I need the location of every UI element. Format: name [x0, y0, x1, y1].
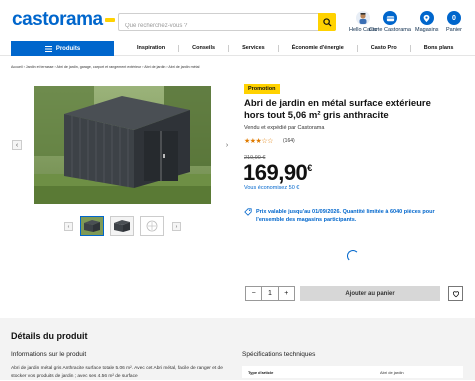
- cart-link[interactable]: 0 Panier: [446, 11, 462, 33]
- promo-text: Prix valable jusqu'au 01/09/2026. Quanti…: [256, 209, 435, 223]
- add-to-cart-button[interactable]: Ajouter au panier: [300, 286, 440, 301]
- product-title: Abri de jardin en métal surface extérieu…: [244, 98, 431, 121]
- card-icon: [383, 11, 397, 25]
- specs-subtitle: Spécifications techniques: [242, 351, 316, 358]
- site-header: castorama Hello Casto Carte Castorama Ma…: [0, 0, 475, 40]
- product-details-section: Détails du produit Informations sur le p…: [0, 318, 475, 380]
- logo-accent: [104, 17, 115, 22]
- thumbnail-1[interactable]: [80, 216, 104, 236]
- chevron-right-icon: ›: [175, 223, 178, 230]
- info-paragraph: Abri de jardin métal gris Anthracite sur…: [11, 366, 223, 379]
- castorama-logo[interactable]: castorama: [12, 9, 115, 31]
- breadcrumb[interactable]: Accueil › Jardin et terrasse › Abri de j…: [11, 65, 199, 69]
- chevron-left-icon: ‹: [67, 223, 70, 230]
- nav-link-conseils[interactable]: Conseils: [178, 45, 228, 52]
- spec-row: Type d'article Abri de jardin: [242, 366, 463, 378]
- current-price: 169,90€: [243, 160, 312, 186]
- nav-link-casto-pro[interactable]: Casto Pro: [356, 45, 410, 52]
- cart-count: 0: [452, 14, 456, 22]
- review-count[interactable]: (164): [283, 138, 295, 144]
- rating-stars[interactable]: ★★★☆☆: [244, 137, 273, 145]
- thumbs-prev-button[interactable]: ‹: [64, 222, 73, 231]
- price-value: 169,90: [243, 160, 308, 185]
- seller-info: Vendu et expédié par Castorama: [244, 125, 325, 131]
- qty-value[interactable]: 1: [261, 287, 279, 300]
- products-menu-button[interactable]: Produits: [11, 41, 114, 56]
- chevron-right-icon: ›: [225, 141, 229, 149]
- chevron-left-icon: ‹: [15, 141, 19, 149]
- spec-key: Type d'article: [248, 369, 274, 375]
- qty-increase-button[interactable]: +: [279, 287, 294, 300]
- favorite-button[interactable]: [448, 286, 463, 301]
- cart-label: Panier: [446, 27, 462, 33]
- nav-link-services[interactable]: Services: [228, 45, 278, 52]
- products-menu-label: Produits: [55, 45, 81, 52]
- search-bar: [118, 13, 336, 34]
- price-tag-icon: [244, 208, 252, 216]
- nav-links: Inspiration Conseils Services Économie d…: [122, 41, 466, 56]
- promotion-badge: Promotion: [244, 84, 280, 94]
- quantity-stepper: − 1 +: [245, 286, 295, 301]
- qty-decrease-button[interactable]: −: [246, 287, 261, 300]
- search-icon: [322, 17, 332, 27]
- hamburger-icon: [44, 45, 52, 52]
- loyalty-card-link[interactable]: Carte Castorama: [369, 11, 411, 33]
- saving-text: Vous économisez 50 €: [244, 185, 300, 191]
- nav-link-bons-plans[interactable]: Bons plans: [409, 45, 467, 52]
- product-main-image[interactable]: [34, 86, 211, 204]
- cart-icon: 0: [446, 11, 461, 25]
- info-subtitle: Informations sur le produit: [11, 351, 87, 358]
- gallery-next-button[interactable]: ›: [222, 140, 232, 150]
- nav-link-energie[interactable]: Économie d'énergie: [277, 45, 357, 52]
- main-nav: Produits Inspiration Conseils Services É…: [0, 41, 475, 56]
- stores-link[interactable]: Magasins: [415, 11, 439, 33]
- heart-icon: [452, 290, 459, 297]
- spec-value: Abri de jardin: [380, 369, 404, 375]
- search-input[interactable]: [119, 18, 315, 34]
- thumbs-next-button[interactable]: ›: [172, 222, 181, 231]
- stores-label: Magasins: [415, 27, 439, 33]
- nav-link-inspiration[interactable]: Inspiration: [122, 45, 178, 52]
- location-pin-icon: [419, 11, 434, 25]
- thumbnail-2[interactable]: [110, 216, 134, 236]
- loading-spinner-icon: [347, 250, 359, 262]
- card-label: Carte Castorama: [369, 27, 411, 33]
- thumbnail-3[interactable]: [140, 216, 164, 236]
- details-title: Détails du produit: [11, 331, 88, 341]
- thumbnail-strip: [80, 216, 170, 236]
- price-currency: €: [307, 163, 312, 173]
- search-button[interactable]: [318, 13, 336, 31]
- gallery-prev-button[interactable]: ‹: [12, 140, 22, 150]
